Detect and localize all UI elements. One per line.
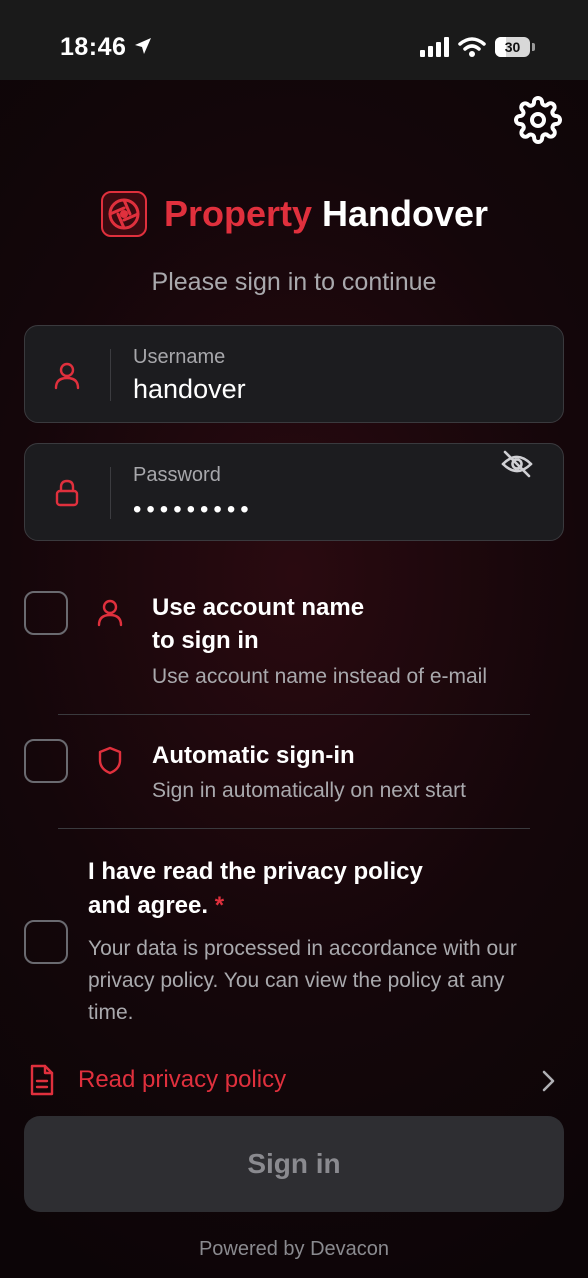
battery-tip bbox=[532, 43, 535, 51]
field-divider bbox=[110, 349, 111, 401]
signin-subtitle: Please sign in to continue bbox=[151, 268, 437, 296]
status-bar: 18:46 30 bbox=[0, 0, 588, 80]
password-label: Password bbox=[133, 464, 221, 486]
username-label: Username bbox=[133, 346, 226, 368]
chevron-right-icon bbox=[542, 1070, 555, 1092]
user-icon bbox=[97, 599, 123, 627]
username-input[interactable]: handover bbox=[133, 374, 246, 405]
lock-icon bbox=[55, 479, 79, 507]
app-header: Property Handover bbox=[0, 190, 588, 246]
privacy-agree-title-line1: I have read the privacy policy bbox=[88, 858, 423, 885]
required-asterisk: * bbox=[214, 892, 225, 919]
use-account-name-title-line2: to sign in bbox=[152, 627, 259, 654]
battery-icon: 30 bbox=[495, 37, 535, 57]
read-privacy-policy-link[interactable]: Read privacy policy bbox=[24, 1060, 564, 1102]
option-separator bbox=[58, 828, 530, 829]
automatic-signin-title: Automatic sign-in bbox=[152, 742, 355, 769]
signin-button[interactable]: Sign in bbox=[24, 1116, 564, 1212]
app-title-rest: Handover bbox=[322, 193, 489, 234]
password-field[interactable]: Password ••••••••• bbox=[24, 443, 564, 541]
powered-by-footer: Powered by Devacon bbox=[198, 1238, 390, 1260]
use-account-name-description: Use account name instead of e-mail bbox=[152, 665, 488, 688]
wifi-icon bbox=[458, 37, 486, 57]
use-account-name-checkbox[interactable] bbox=[24, 591, 68, 635]
app-title-accent: Property bbox=[163, 193, 312, 234]
password-input[interactable]: ••••••••• bbox=[133, 496, 254, 524]
read-privacy-policy-label: Read privacy policy bbox=[78, 1066, 287, 1093]
option-separator bbox=[58, 714, 530, 715]
field-divider bbox=[110, 467, 111, 519]
document-icon bbox=[30, 1064, 54, 1096]
battery-level: 30 bbox=[504, 39, 521, 55]
eye-off-icon[interactable] bbox=[497, 444, 537, 484]
privacy-agree-title: I have read the privacy policy and agree… bbox=[88, 855, 528, 923]
status-time: 18:46 bbox=[60, 33, 127, 61]
gear-icon[interactable] bbox=[514, 96, 562, 144]
username-field[interactable]: Username handover bbox=[24, 325, 564, 423]
privacy-agree-description: Your data is processed in accordance wit… bbox=[88, 937, 517, 1024]
privacy-agree-title-line2: and agree. bbox=[88, 892, 209, 919]
location-arrow-icon bbox=[135, 38, 151, 54]
app-title: Property Handover bbox=[164, 193, 488, 235]
aperture-logo-icon bbox=[100, 191, 147, 237]
privacy-agree-checkbox[interactable] bbox=[24, 920, 68, 964]
automatic-signin-checkbox[interactable] bbox=[24, 739, 68, 783]
shield-icon bbox=[98, 746, 122, 775]
user-icon bbox=[54, 362, 80, 390]
battery-body: 30 bbox=[495, 37, 530, 57]
automatic-signin-description: Sign in automatically on next start bbox=[152, 779, 466, 802]
cellular-signal-icon bbox=[420, 37, 449, 57]
use-account-name-title-line1: Use account name bbox=[152, 594, 365, 621]
